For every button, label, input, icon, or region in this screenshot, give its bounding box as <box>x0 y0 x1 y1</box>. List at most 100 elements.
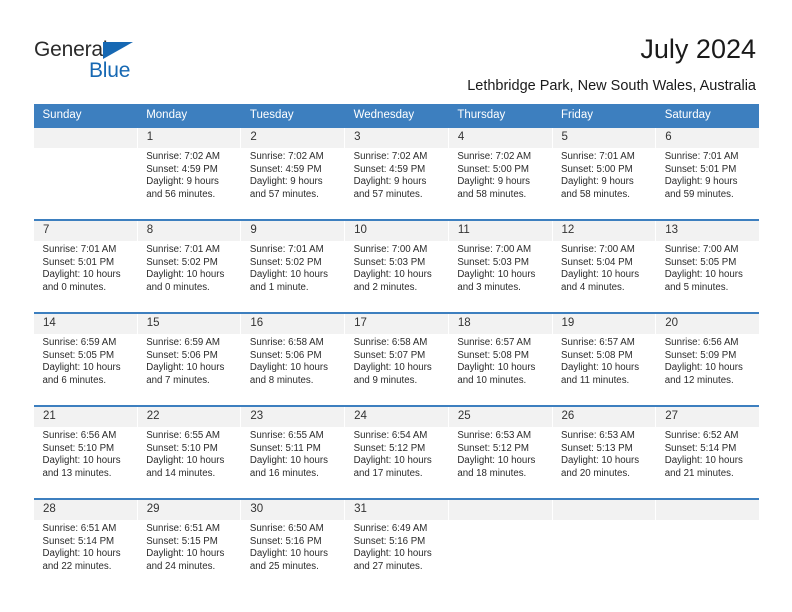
day-daylight-line2-text: and 58 minutes. <box>457 188 527 200</box>
day-sunrise-text: Sunrise: 6:51 AM <box>146 523 220 534</box>
day-cell[interactable]: Sunrise: 7:01 AM Sunset: 5:01 PM Daylight:… <box>655 148 760 213</box>
day-cell[interactable]: Sunrise: 7:00 AM Sunset: 5:05 PM Daylight:… <box>655 241 760 306</box>
day-daylight-line1-text: Daylight: 10 hours <box>146 362 225 374</box>
day-cell[interactable]: Sunrise: 6:50 AM Sunset: 5:16 PM Daylight:… <box>240 520 345 585</box>
day-number[interactable]: 3 <box>344 128 449 148</box>
day-sunrise-text: Sunrise: 6:55 AM <box>249 430 324 441</box>
day-number[interactable]: 5 <box>551 128 657 148</box>
day-number[interactable]: 7 <box>33 221 138 241</box>
day-daylight-line1-text: Daylight: 10 hours <box>42 455 121 467</box>
day-number[interactable]: 6 <box>655 128 760 148</box>
day-info-row: Sunrise: 7:02 AM Sunset: 4:59 PM Daylight:… <box>33 148 760 213</box>
day-cell[interactable]: Sunrise: 6:57 AM Sunset: 5:08 PM Daylight:… <box>552 334 656 399</box>
general-blue-logo[interactable]: General Blue <box>34 38 164 84</box>
day-cell[interactable]: Sunrise: 7:00 AM Sunset: 5:03 PM Daylight:… <box>448 241 553 306</box>
day-number[interactable]: 30 <box>240 500 346 520</box>
day-number[interactable]: 1 <box>136 128 242 148</box>
day-number[interactable]: 24 <box>344 407 449 427</box>
day-daylight-line1-text: Daylight: 10 hours <box>561 362 640 374</box>
day-number[interactable]: 11 <box>447 221 553 241</box>
day-number[interactable]: 25 <box>447 407 553 427</box>
day-daylight-line1-text: Daylight: 9 hours <box>146 176 219 188</box>
day-cell[interactable]: Sunrise: 7:00 AM Sunset: 5:03 PM Daylight:… <box>344 241 449 306</box>
day-number[interactable]: 21 <box>33 407 138 427</box>
day-cell-empty <box>448 520 553 585</box>
day-cell[interactable]: Sunrise: 6:59 AM Sunset: 5:06 PM Daylight:… <box>137 334 241 399</box>
day-number[interactable]: 27 <box>655 407 760 427</box>
day-sunrise-text: Sunrise: 7:00 AM <box>353 244 428 255</box>
day-daylight-line2-text: and 58 minutes. <box>561 188 630 200</box>
day-sunrise-text: Sunrise: 7:02 AM <box>249 151 324 162</box>
day-number[interactable]: 8 <box>136 221 242 241</box>
day-cell[interactable]: Sunrise: 6:56 AM Sunset: 5:09 PM Daylight:… <box>655 334 760 399</box>
day-cell[interactable]: Sunrise: 6:51 AM Sunset: 5:14 PM Daylight:… <box>33 520 138 585</box>
day-cell[interactable]: Sunrise: 7:01 AM Sunset: 5:01 PM Daylight:… <box>33 241 138 306</box>
calendar-page: General Blue July 2024 Lethbridge Park, … <box>0 0 792 612</box>
day-cell[interactable]: Sunrise: 6:58 AM Sunset: 5:06 PM Daylight:… <box>240 334 345 399</box>
day-cell[interactable]: Sunrise: 6:56 AM Sunset: 5:10 PM Daylight:… <box>33 427 138 492</box>
day-number[interactable]: 28 <box>33 500 138 520</box>
day-daylight-line2-text: and 4 minutes. <box>561 281 625 293</box>
day-cell[interactable]: Sunrise: 6:49 AM Sunset: 5:16 PM Daylight:… <box>344 520 449 585</box>
day-daylight-line2-text: and 20 minutes. <box>561 467 630 479</box>
day-number[interactable]: 29 <box>136 500 242 520</box>
day-cell[interactable]: Sunrise: 6:53 AM Sunset: 5:13 PM Daylight:… <box>552 427 656 492</box>
day-cell[interactable]: Sunrise: 7:01 AM Sunset: 5:02 PM Daylight:… <box>240 241 345 306</box>
day-cell[interactable]: Sunrise: 6:52 AM Sunset: 5:14 PM Daylight:… <box>655 427 760 492</box>
day-number[interactable]: 4 <box>447 128 553 148</box>
day-cell[interactable]: Sunrise: 7:02 AM Sunset: 4:59 PM Daylight:… <box>344 148 449 213</box>
day-number[interactable]: 14 <box>33 314 138 334</box>
day-cell[interactable]: Sunrise: 6:57 AM Sunset: 5:08 PM Daylight:… <box>448 334 553 399</box>
day-cell-empty <box>655 520 760 585</box>
day-cell[interactable]: Sunrise: 6:55 AM Sunset: 5:10 PM Daylight:… <box>137 427 241 492</box>
day-cell[interactable]: Sunrise: 6:53 AM Sunset: 5:12 PM Daylight:… <box>448 427 553 492</box>
day-daylight-line1-text: Daylight: 10 hours <box>664 269 743 281</box>
day-sunset-text: Sunset: 5:06 PM <box>146 349 218 361</box>
day-number[interactable]: 26 <box>551 407 657 427</box>
day-cell[interactable]: Sunrise: 7:02 AM Sunset: 5:00 PM Daylight:… <box>448 148 553 213</box>
day-cell[interactable]: Sunrise: 6:59 AM Sunset: 5:05 PM Daylight:… <box>33 334 138 399</box>
day-sunset-text: Sunset: 5:00 PM <box>561 163 633 175</box>
day-sunset-text: Sunset: 5:02 PM <box>146 256 218 268</box>
day-sunrise-text: Sunrise: 7:00 AM <box>457 244 532 255</box>
day-number[interactable]: 17 <box>344 314 449 334</box>
day-daylight-line2-text: and 5 minutes. <box>664 281 729 293</box>
day-number[interactable]: 15 <box>136 314 242 334</box>
day-cell[interactable]: Sunrise: 7:00 AM Sunset: 5:04 PM Daylight:… <box>552 241 656 306</box>
day-cell[interactable]: Sunrise: 7:02 AM Sunset: 4:59 PM Daylight:… <box>240 148 345 213</box>
day-sunrise-text: Sunrise: 7:01 AM <box>42 244 117 255</box>
day-cell[interactable]: Sunrise: 7:01 AM Sunset: 5:00 PM Daylight:… <box>552 148 656 213</box>
day-number[interactable]: 13 <box>655 221 760 241</box>
day-number[interactable]: 22 <box>136 407 242 427</box>
day-daylight-line1-text: Daylight: 10 hours <box>249 362 328 374</box>
day-number[interactable]: 31 <box>344 500 449 520</box>
day-sunrise-text: Sunrise: 7:01 AM <box>146 244 220 255</box>
day-cell[interactable]: Sunrise: 7:02 AM Sunset: 4:59 PM Daylight:… <box>137 148 241 213</box>
weekday-header-monday: Monday <box>137 104 241 126</box>
day-sunset-text: Sunset: 5:02 PM <box>249 256 322 268</box>
weekday-header-tuesday: Tuesday <box>240 104 345 126</box>
calendar-body: 1 2 3 4 5 6 Sunrise: 7:02 AM Sunset: 4:59 PM Day… <box>33 126 760 585</box>
day-sunset-text: Sunset: 5:10 PM <box>146 442 218 454</box>
day-cell[interactable]: Sunrise: 7:01 AM Sunset: 5:02 PM Daylight:… <box>137 241 241 306</box>
day-cell[interactable]: Sunrise: 6:55 AM Sunset: 5:11 PM Daylight:… <box>240 427 345 492</box>
day-number[interactable]: 18 <box>447 314 553 334</box>
day-info-row: Sunrise: 6:56 AM Sunset: 5:10 PM Daylight:… <box>33 427 760 492</box>
day-number[interactable]: 9 <box>240 221 346 241</box>
day-sunrise-text: Sunrise: 7:01 AM <box>561 151 635 162</box>
day-number[interactable]: 23 <box>240 407 346 427</box>
day-number[interactable]: 2 <box>240 128 346 148</box>
day-daylight-line1-text: Daylight: 9 hours <box>353 176 427 188</box>
day-cell[interactable]: Sunrise: 6:54 AM Sunset: 5:12 PM Daylight:… <box>344 427 449 492</box>
day-cell[interactable]: Sunrise: 6:58 AM Sunset: 5:07 PM Daylight:… <box>344 334 449 399</box>
weekday-header-sunday: Sunday <box>33 104 138 126</box>
day-number[interactable]: 20 <box>655 314 760 334</box>
day-sunset-text: Sunset: 4:59 PM <box>249 163 322 175</box>
day-number[interactable]: 10 <box>344 221 449 241</box>
day-sunset-text: Sunset: 5:08 PM <box>457 349 529 361</box>
day-number[interactable]: 12 <box>551 221 657 241</box>
day-cell[interactable]: Sunrise: 6:51 AM Sunset: 5:15 PM Daylight:… <box>137 520 241 585</box>
day-daylight-line1-text: Daylight: 10 hours <box>664 455 743 467</box>
day-number[interactable]: 16 <box>240 314 346 334</box>
day-number[interactable]: 19 <box>551 314 657 334</box>
